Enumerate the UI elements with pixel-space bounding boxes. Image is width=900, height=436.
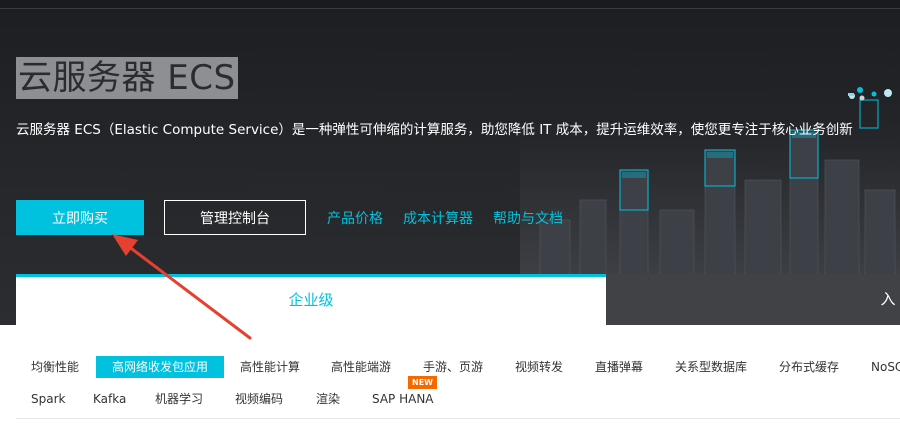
scenario-tag[interactable]: Spark bbox=[31, 388, 65, 410]
scenario-tag[interactable]: 视频编码 bbox=[235, 388, 283, 410]
scenario-tag[interactable]: 均衡性能 bbox=[31, 356, 79, 378]
scenario-tag[interactable]: 手游、页游 bbox=[423, 356, 483, 378]
new-badge: NEW bbox=[408, 376, 437, 389]
console-button[interactable]: 管理控制台 bbox=[164, 200, 306, 235]
divider bbox=[16, 418, 900, 419]
pricing-link[interactable]: 产品价格 bbox=[327, 208, 383, 228]
help-docs-link[interactable]: 帮助与文档 bbox=[493, 208, 563, 228]
scenario-tag-selected[interactable]: 高网络收发包应用 bbox=[96, 356, 225, 378]
scenario-tag[interactable]: 机器学习 bbox=[155, 388, 203, 410]
scenario-tag[interactable]: Kafka bbox=[93, 388, 126, 410]
scenario-tag[interactable]: 视频转发 bbox=[515, 356, 563, 378]
scenario-tag[interactable]: NoSQ bbox=[871, 356, 900, 378]
top-bar bbox=[0, 0, 900, 9]
buy-now-button[interactable]: 立即购买 bbox=[16, 200, 144, 235]
product-description: 云服务器 ECS（Elastic Compute Service）是一种弹性可伸… bbox=[16, 122, 853, 138]
tab-enterprise[interactable]: 企业级 bbox=[16, 274, 606, 325]
scenario-tag[interactable]: 高性能计算 bbox=[240, 356, 300, 378]
page-title: 云服务器 ECS bbox=[16, 57, 238, 99]
scenario-tag[interactable]: 分布式缓存 bbox=[779, 356, 839, 378]
scenario-tag[interactable]: 直播弹幕 bbox=[595, 356, 643, 378]
scenario-tag[interactable]: 渲染 bbox=[316, 388, 340, 410]
scenario-tag[interactable]: 关系型数据库 bbox=[675, 356, 747, 378]
cost-calculator-link[interactable]: 成本计算器 bbox=[403, 208, 473, 228]
scenario-tag[interactable]: SAP HANA bbox=[372, 388, 434, 410]
scenario-tag[interactable]: 高性能端游 bbox=[331, 356, 391, 378]
tab-entry[interactable]: 入门 bbox=[606, 274, 900, 359]
